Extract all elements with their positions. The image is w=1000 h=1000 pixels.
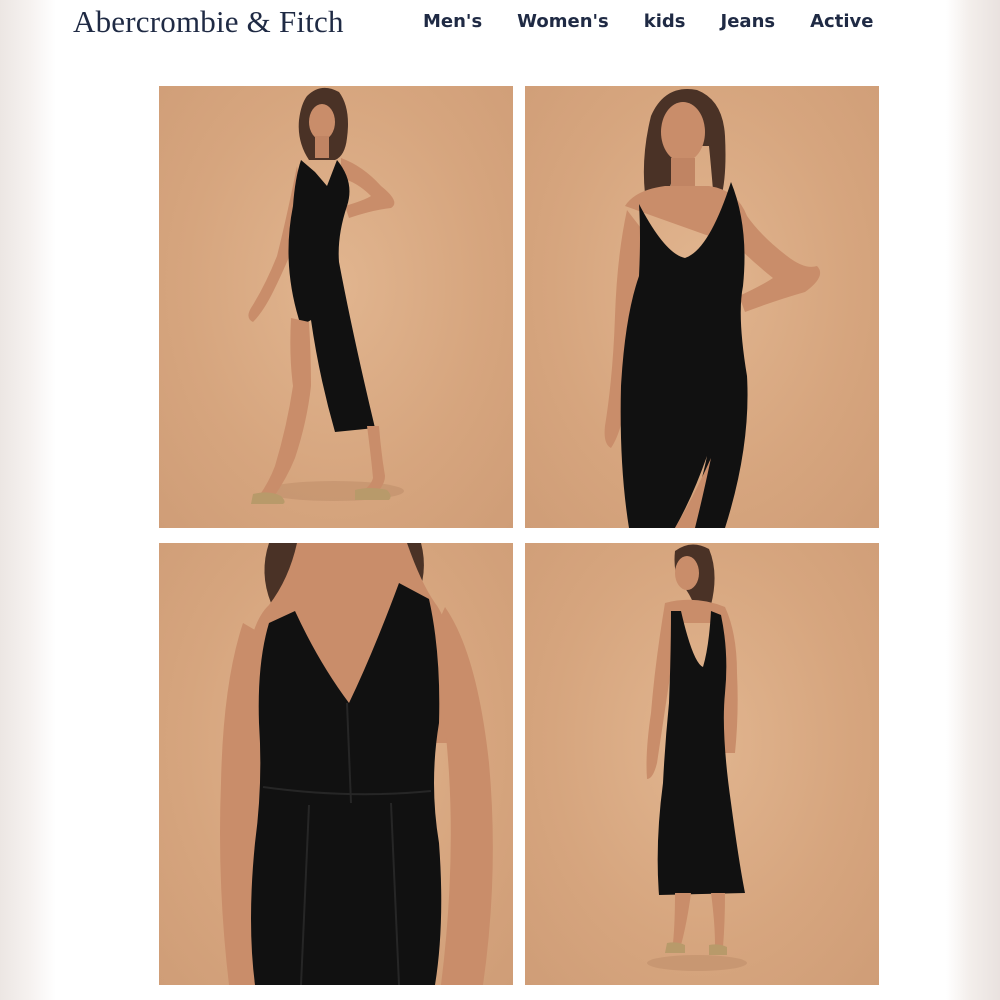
product-image-2[interactable] bbox=[525, 86, 879, 528]
model-illustration-4 bbox=[646, 544, 747, 971]
brand-logo[interactable]: Abercrombie & Fitch bbox=[73, 4, 344, 40]
nav-item-womens[interactable]: Women's bbox=[517, 11, 609, 32]
product-image-1[interactable] bbox=[159, 86, 513, 528]
model-illustration-2 bbox=[604, 89, 821, 528]
site-header: Abercrombie & Fitch Men's Women's kids J… bbox=[56, 0, 946, 60]
nav-item-mens[interactable]: Men's bbox=[423, 11, 482, 32]
main-nav: Men's Women's kids Jeans Active bbox=[423, 11, 908, 32]
model-illustration-3 bbox=[220, 543, 493, 985]
product-image-3[interactable] bbox=[159, 543, 513, 985]
nav-item-active[interactable]: Active bbox=[810, 11, 873, 32]
nav-item-jeans[interactable]: Jeans bbox=[721, 11, 776, 32]
model-illustration-1 bbox=[248, 87, 404, 504]
product-image-4[interactable] bbox=[525, 543, 879, 985]
nav-item-kids[interactable]: kids bbox=[644, 11, 686, 32]
